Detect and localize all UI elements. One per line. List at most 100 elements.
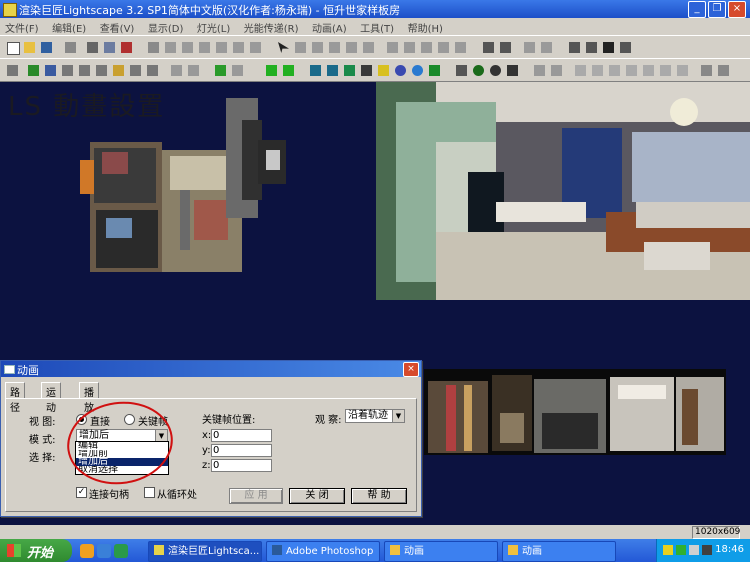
- mode-option-add-after[interactable]: 增加后: [76, 458, 168, 466]
- refresh-icon[interactable]: [144, 62, 161, 79]
- task-animation-folder-2[interactable]: 动画: [502, 541, 616, 562]
- all-axes-icon[interactable]: [674, 62, 691, 79]
- layer-tool-icon[interactable]: [213, 39, 230, 56]
- tab-motion[interactable]: 运动: [41, 382, 61, 414]
- light-tool-icon[interactable]: [230, 39, 247, 56]
- menu-light[interactable]: 灯光(L): [192, 18, 235, 35]
- surface-tool-icon[interactable]: [162, 39, 179, 56]
- pointer-icon[interactable]: [275, 39, 292, 56]
- dialog-close-button[interactable]: ×: [403, 362, 419, 377]
- walk-icon[interactable]: [566, 39, 583, 56]
- walk-person-icon[interactable]: [600, 39, 617, 56]
- snap-icon[interactable]: [698, 62, 715, 79]
- input-method-icon[interactable]: [702, 545, 712, 555]
- render-icon[interactable]: [426, 62, 443, 79]
- transform-icon[interactable]: [521, 39, 538, 56]
- mode-option-add-before[interactable]: 增加前: [76, 450, 168, 458]
- minimize-button[interactable]: _: [688, 1, 706, 18]
- help-button[interactable]: 帮 助: [351, 488, 407, 504]
- measure-icon[interactable]: [435, 39, 452, 56]
- from-loop-checkbox[interactable]: [144, 487, 155, 498]
- tab-playback[interactable]: 播放: [79, 382, 99, 414]
- magnify-icon[interactable]: [93, 62, 110, 79]
- view-keyframe-radio[interactable]: [124, 414, 135, 425]
- menu-edit[interactable]: 编辑(E): [47, 18, 91, 35]
- zoom-extents-icon[interactable]: [76, 62, 93, 79]
- help-icon[interactable]: [118, 39, 135, 56]
- chevron-down-icon[interactable]: ▼: [392, 410, 404, 422]
- move-axes-icon[interactable]: [531, 62, 548, 79]
- menu-help[interactable]: 帮助(H): [403, 18, 448, 35]
- orbit-icon[interactable]: [42, 62, 59, 79]
- task-lightscape[interactable]: 渲染巨匠Lightsca...: [148, 541, 262, 562]
- volume-icon[interactable]: [689, 545, 699, 555]
- dialog-titlebar[interactable]: 动画 ×: [1, 361, 421, 377]
- x-input[interactable]: 0: [211, 429, 272, 442]
- wire-icon[interactable]: [229, 62, 246, 79]
- pan-view-icon[interactable]: [127, 62, 144, 79]
- z-axis-icon[interactable]: [606, 62, 623, 79]
- print-icon[interactable]: [84, 39, 101, 56]
- y-axis-icon[interactable]: [589, 62, 606, 79]
- x-axis-icon[interactable]: [572, 62, 589, 79]
- zoom-icon[interactable]: [59, 62, 76, 79]
- camera-icon[interactable]: [480, 39, 497, 56]
- snap2-icon[interactable]: [715, 62, 732, 79]
- menu-tools[interactable]: 工具(T): [355, 18, 399, 35]
- cube-rotate-icon[interactable]: [418, 39, 435, 56]
- pen-icon[interactable]: [497, 39, 514, 56]
- radiosity-icon[interactable]: [487, 62, 504, 79]
- cube-edit-icon[interactable]: [384, 39, 401, 56]
- sphere-icon[interactable]: [392, 62, 409, 79]
- mode-option-edit[interactable]: 编辑: [76, 442, 168, 450]
- task-photoshop[interactable]: Adobe Photoshop: [266, 541, 380, 562]
- pan-icon[interactable]: [4, 62, 21, 79]
- print-preview-icon[interactable]: [101, 39, 118, 56]
- light-bulb-icon[interactable]: [375, 62, 392, 79]
- new-file-icon[interactable]: [4, 39, 21, 56]
- grid-icon[interactable]: [168, 62, 185, 79]
- select-tool-icon[interactable]: [145, 39, 162, 56]
- rotate-axes-icon[interactable]: [548, 62, 565, 79]
- z-input[interactable]: 0: [211, 459, 272, 472]
- tab-path[interactable]: 路径: [5, 382, 25, 414]
- observe-select[interactable]: 沿着轨迹 ▼: [345, 409, 405, 423]
- apply-button[interactable]: 应 用: [229, 488, 283, 504]
- block-tool-icon[interactable]: [196, 39, 213, 56]
- quicklaunch-media-icon[interactable]: [114, 544, 128, 558]
- close-window-button[interactable]: ×: [728, 1, 746, 18]
- save-icon[interactable]: [38, 39, 55, 56]
- cube-move-icon[interactable]: [401, 39, 418, 56]
- walk-forward-icon[interactable]: [583, 39, 600, 56]
- menu-file[interactable]: 文件(F): [0, 18, 44, 35]
- solid-green-icon[interactable]: [263, 62, 280, 79]
- frame-icon[interactable]: [185, 62, 202, 79]
- scale-icon[interactable]: [538, 39, 555, 56]
- open-folder-icon[interactable]: [21, 39, 38, 56]
- copy-icon[interactable]: [309, 39, 326, 56]
- texture-icon[interactable]: [341, 62, 358, 79]
- quicklaunch-desktop-icon[interactable]: [97, 544, 111, 558]
- network-icon[interactable]: [676, 545, 686, 555]
- paste-icon[interactable]: [326, 39, 343, 56]
- shade-icon[interactable]: [307, 62, 324, 79]
- yz-plane-icon[interactable]: [657, 62, 674, 79]
- menu-animation[interactable]: 动画(A): [307, 18, 352, 35]
- align-icon[interactable]: [452, 39, 469, 56]
- y-input[interactable]: 0: [211, 444, 272, 457]
- material-tool-icon[interactable]: [179, 39, 196, 56]
- process-icon[interactable]: [504, 62, 521, 79]
- menu-view[interactable]: 查看(V): [95, 18, 140, 35]
- warning-icon[interactable]: [663, 545, 673, 555]
- menu-radiosity[interactable]: 光能传递(R): [239, 18, 304, 35]
- fit-view-icon[interactable]: [110, 62, 127, 79]
- stop-icon[interactable]: [470, 62, 487, 79]
- box-icon[interactable]: [212, 62, 229, 79]
- undo-icon[interactable]: [62, 39, 79, 56]
- delete-icon[interactable]: [343, 39, 360, 56]
- zx-plane-icon[interactable]: [640, 62, 657, 79]
- texture2-icon[interactable]: [358, 62, 375, 79]
- view-direct-radio[interactable]: [76, 414, 87, 425]
- start-button[interactable]: 开始: [0, 539, 72, 562]
- window-tool-icon[interactable]: [247, 39, 264, 56]
